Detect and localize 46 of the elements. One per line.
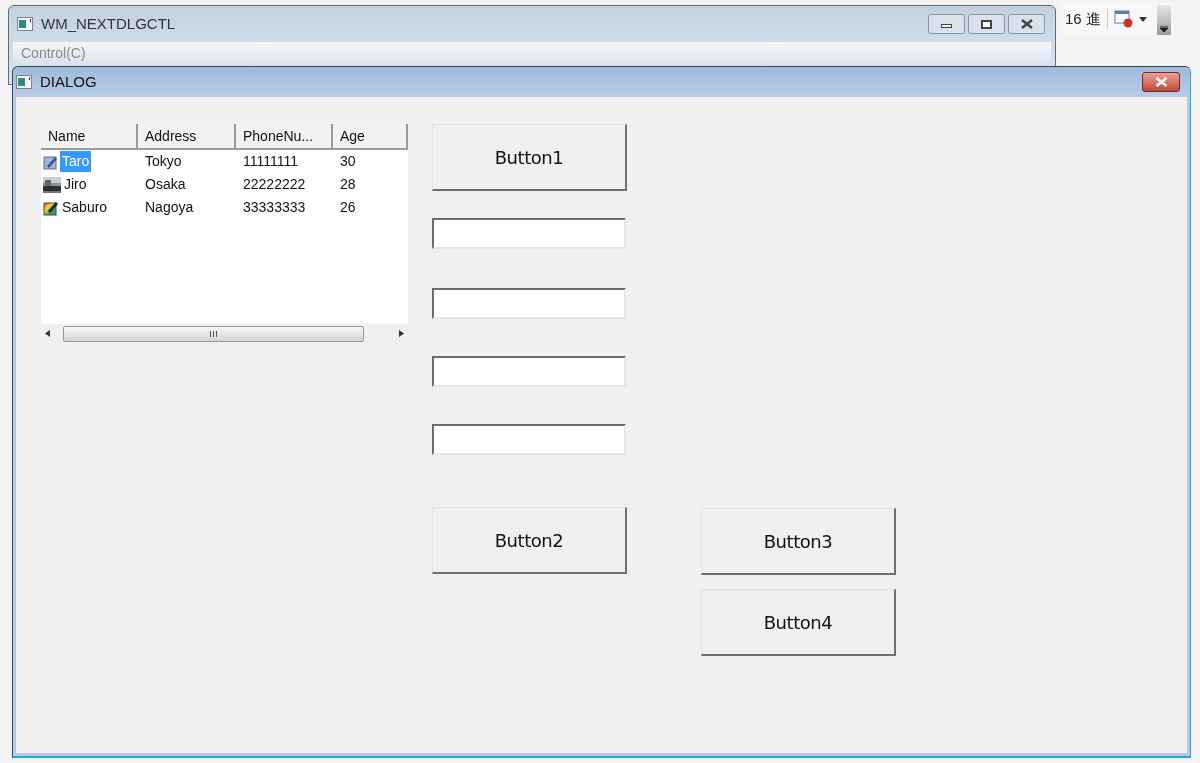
close-button[interactable] xyxy=(1142,72,1180,92)
pencil-icon xyxy=(43,199,59,216)
app-icon xyxy=(16,75,32,89)
text-field[interactable] xyxy=(432,218,626,249)
table-cell-text: Osaka xyxy=(144,175,187,194)
table-cell-text: Tokyo xyxy=(144,152,183,171)
table-cell-text: 33333333 xyxy=(242,198,307,217)
minimize-button[interactable] xyxy=(928,14,965,34)
right-arrow-icon[interactable] xyxy=(399,330,404,337)
close-icon xyxy=(1020,19,1033,29)
push-button[interactable]: Button4 xyxy=(701,589,896,656)
grip-icon xyxy=(210,330,217,337)
column-header[interactable]: PhoneNu... xyxy=(236,124,333,148)
text-field[interactable] xyxy=(432,356,626,387)
list-item[interactable]: Jiro xyxy=(62,174,89,195)
window-icon[interactable] xyxy=(1113,10,1134,28)
dialog-title: DIALOG xyxy=(40,71,97,92)
maximize-icon xyxy=(981,19,992,29)
push-button[interactable]: Button2 xyxy=(432,507,627,574)
table-cell-text: 22222222 xyxy=(242,175,307,194)
caret-icon[interactable] xyxy=(1138,16,1147,22)
table-cell-text: Nagoya xyxy=(144,198,195,217)
column-header[interactable]: Age xyxy=(333,124,408,148)
left-arrow-icon[interactable] xyxy=(45,330,50,337)
close-icon xyxy=(1154,77,1168,87)
list-item[interactable]: Saburo xyxy=(60,197,110,218)
app-icon xyxy=(17,17,33,31)
text-field[interactable] xyxy=(432,424,626,455)
minimize-icon xyxy=(941,23,952,28)
maximize-button[interactable] xyxy=(968,14,1005,34)
close-button[interactable] xyxy=(1008,14,1045,34)
column-header[interactable]: Address xyxy=(138,124,236,148)
table-cell-text: 28 xyxy=(339,175,357,194)
pencil-icon xyxy=(43,153,59,170)
table-cell-text: 26 xyxy=(339,198,357,217)
scrollbar-thumb[interactable] xyxy=(63,325,364,342)
table-cell-text: 30 xyxy=(339,152,357,171)
window-title: WM_NEXTDLGCTL xyxy=(41,13,176,34)
text-field[interactable] xyxy=(432,288,626,319)
caret-icon xyxy=(1160,26,1168,32)
push-button[interactable]: Button1 xyxy=(432,124,627,191)
push-button[interactable]: Button3 xyxy=(701,508,896,575)
overflow-button[interactable] xyxy=(1157,5,1171,35)
table-cell-text: 11111111 xyxy=(242,152,299,171)
column-header[interactable]: Name xyxy=(41,124,138,148)
toolbar-label: 16 進 xyxy=(1065,8,1101,29)
